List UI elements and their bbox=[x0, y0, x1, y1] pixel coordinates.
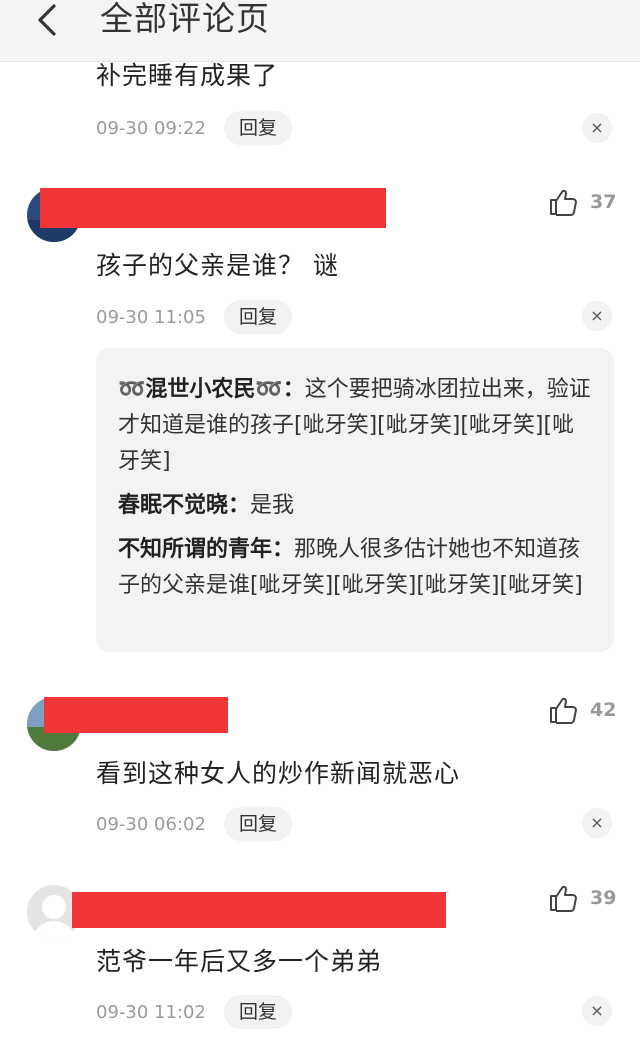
thumbs-up-icon bbox=[550, 697, 577, 724]
like-button[interactable]: 37 bbox=[548, 186, 616, 218]
reply-author[interactable]: ➿混世小农民➿： bbox=[118, 377, 305, 402]
comment-text: 看到这种女人的炒作新闻就恶心 bbox=[96, 759, 461, 788]
like-count: 42 bbox=[590, 699, 617, 721]
reply-thread[interactable]: ➿混世小农民➿：这个要把骑冰团拉出来，验证才知道是谁的孩子[呲牙笑][呲牙笑][… bbox=[96, 348, 614, 652]
like-button[interactable]: 42 bbox=[548, 694, 616, 726]
top-bar: 全部评论页 bbox=[0, 0, 640, 62]
comment-timestamp: 09-30 11:05 bbox=[96, 307, 206, 328]
comment-timestamp: 09-30 09:22 bbox=[96, 118, 206, 139]
thumbs-up-icon bbox=[550, 885, 577, 912]
close-icon[interactable]: × bbox=[582, 996, 612, 1026]
page-title: 全部评论页 bbox=[100, 0, 270, 38]
chevron-left-icon bbox=[38, 4, 56, 36]
reply-text: 是我 bbox=[250, 493, 295, 518]
reply-author[interactable]: 春眠不觉晓： bbox=[118, 493, 250, 518]
like-button[interactable]: 39 bbox=[548, 882, 616, 914]
like-count: 37 bbox=[590, 191, 617, 213]
back-button[interactable] bbox=[30, 2, 70, 42]
redacted-username bbox=[40, 188, 386, 228]
reply-item: 春眠不觉晓：是我 bbox=[118, 488, 592, 524]
comment-text: 范爷一年后又多一个弟弟 bbox=[96, 947, 383, 976]
close-icon[interactable]: × bbox=[582, 113, 612, 143]
reply-button[interactable]: 回复 bbox=[224, 995, 292, 1029]
redacted-username bbox=[72, 892, 446, 928]
reply-item: ➿混世小农民➿：这个要把骑冰团拉出来，验证才知道是谁的孩子[呲牙笑][呲牙笑][… bbox=[118, 372, 592, 480]
comment-text: 孩子的父亲是谁？ 谜 bbox=[96, 251, 339, 280]
reply-item: 不知所谓的青年：那晚人很多估计她也不知道孩子的父亲是谁[呲牙笑][呲牙笑][呲牙… bbox=[118, 532, 592, 604]
reply-button[interactable]: 回复 bbox=[224, 300, 292, 334]
redacted-username bbox=[44, 697, 228, 733]
comment-timestamp: 09-30 11:02 bbox=[96, 1002, 206, 1023]
reply-button[interactable]: 回复 bbox=[224, 807, 292, 841]
thumbs-up-icon bbox=[550, 189, 577, 216]
comment-timestamp: 09-30 06:02 bbox=[96, 814, 206, 835]
comment-text: 补完睡有成果了 bbox=[96, 61, 279, 90]
reply-button[interactable]: 回复 bbox=[224, 111, 292, 145]
close-icon[interactable]: × bbox=[582, 301, 612, 331]
like-count: 39 bbox=[590, 887, 617, 909]
close-icon[interactable]: × bbox=[582, 808, 612, 838]
reply-author[interactable]: 不知所谓的青年： bbox=[118, 537, 294, 562]
